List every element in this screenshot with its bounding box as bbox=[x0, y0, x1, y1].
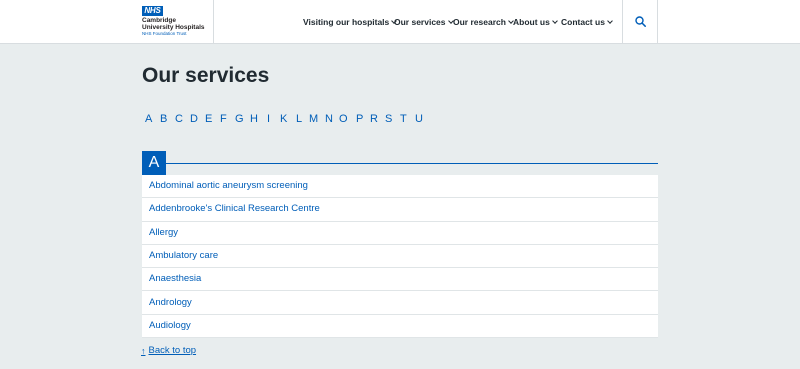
alpha-link-b[interactable]: B bbox=[160, 112, 167, 126]
list-item: Andrology bbox=[142, 291, 658, 315]
back-to-top-link[interactable]: ↑ Back to top bbox=[141, 345, 196, 357]
nav-label: Contact us bbox=[561, 17, 605, 27]
service-link[interactable]: Allergy bbox=[149, 227, 178, 239]
list-item: Abdominal aortic aneurysm screening bbox=[142, 175, 658, 199]
alpha-link-i[interactable]: I bbox=[267, 112, 270, 126]
alpha-link-o[interactable]: O bbox=[339, 112, 348, 126]
nav-label: Our research bbox=[453, 17, 506, 27]
nhs-badge: NHS bbox=[142, 6, 163, 16]
alpha-link-c[interactable]: C bbox=[175, 112, 183, 126]
back-to-top-label: Back to top bbox=[148, 345, 197, 356]
service-link[interactable]: Abdominal aortic aneurysm screening bbox=[149, 180, 308, 192]
nhs-logo[interactable]: NHS Cambridge University Hospitals NHS F… bbox=[138, 0, 214, 44]
nav-about-us[interactable]: About us bbox=[513, 0, 558, 44]
list-item: Addenbrooke's Clinical Research Centre bbox=[142, 198, 658, 222]
list-item: Audiology bbox=[142, 314, 658, 339]
search-icon bbox=[635, 16, 646, 27]
chevron-down-icon bbox=[607, 18, 613, 24]
nav-label: Visiting our hospitals bbox=[303, 17, 390, 27]
alpha-link-g[interactable]: G bbox=[235, 112, 244, 126]
alpha-link-e[interactable]: E bbox=[205, 112, 212, 126]
alpha-link-u[interactable]: U bbox=[415, 112, 423, 126]
up-arrow-icon: ↑ bbox=[141, 346, 146, 356]
list-item: Allergy bbox=[142, 221, 658, 245]
alpha-link-a[interactable]: A bbox=[145, 112, 152, 126]
alpha-link-f[interactable]: F bbox=[220, 112, 227, 126]
nav-visiting-our-hospitals[interactable]: Visiting our hospitals bbox=[303, 0, 398, 44]
alpha-link-l[interactable]: L bbox=[296, 112, 302, 126]
list-item: Ambulatory care bbox=[142, 244, 658, 269]
alpha-link-n[interactable]: N bbox=[325, 112, 333, 126]
logo-org-line-3: NHS Foundation Trust bbox=[142, 31, 187, 36]
alpha-link-h[interactable]: H bbox=[250, 112, 258, 126]
list-item: Anaesthesia bbox=[142, 268, 658, 292]
alpha-link-k[interactable]: K bbox=[280, 112, 287, 126]
service-link[interactable]: Andrology bbox=[149, 297, 192, 309]
alpha-link-d[interactable]: D bbox=[190, 112, 198, 126]
alpha-link-p[interactable]: P bbox=[356, 112, 363, 126]
logo-org-line-1: Cambridge bbox=[142, 17, 176, 24]
nav-label: Our services bbox=[394, 17, 446, 27]
alpha-link-s[interactable]: S bbox=[385, 112, 392, 126]
search-button[interactable] bbox=[622, 0, 658, 44]
service-link[interactable]: Addenbrooke's Clinical Research Centre bbox=[149, 203, 320, 215]
chevron-down-icon bbox=[551, 18, 558, 24]
nav-contact-us[interactable]: Contact us bbox=[561, 0, 613, 44]
nav-our-research[interactable]: Our research bbox=[453, 0, 514, 44]
services-list: Abdominal aortic aneurysm screening Adde… bbox=[142, 175, 658, 339]
service-link[interactable]: Audiology bbox=[149, 320, 191, 332]
section-letter: A bbox=[142, 151, 166, 175]
alpha-link-r[interactable]: R bbox=[370, 112, 378, 126]
service-link[interactable]: Anaesthesia bbox=[149, 273, 201, 285]
nav-our-services[interactable]: Our services bbox=[394, 0, 454, 44]
site-header: NHS Cambridge University Hospitals NHS F… bbox=[0, 0, 800, 44]
nav-label: About us bbox=[513, 17, 550, 27]
service-link[interactable]: Ambulatory care bbox=[149, 250, 218, 262]
alpha-link-m[interactable]: M bbox=[309, 112, 318, 126]
section-divider bbox=[142, 163, 658, 164]
page-title: Our services bbox=[142, 64, 270, 87]
logo-org-line-2: University Hospitals bbox=[142, 24, 205, 31]
alpha-link-t[interactable]: T bbox=[400, 112, 407, 126]
